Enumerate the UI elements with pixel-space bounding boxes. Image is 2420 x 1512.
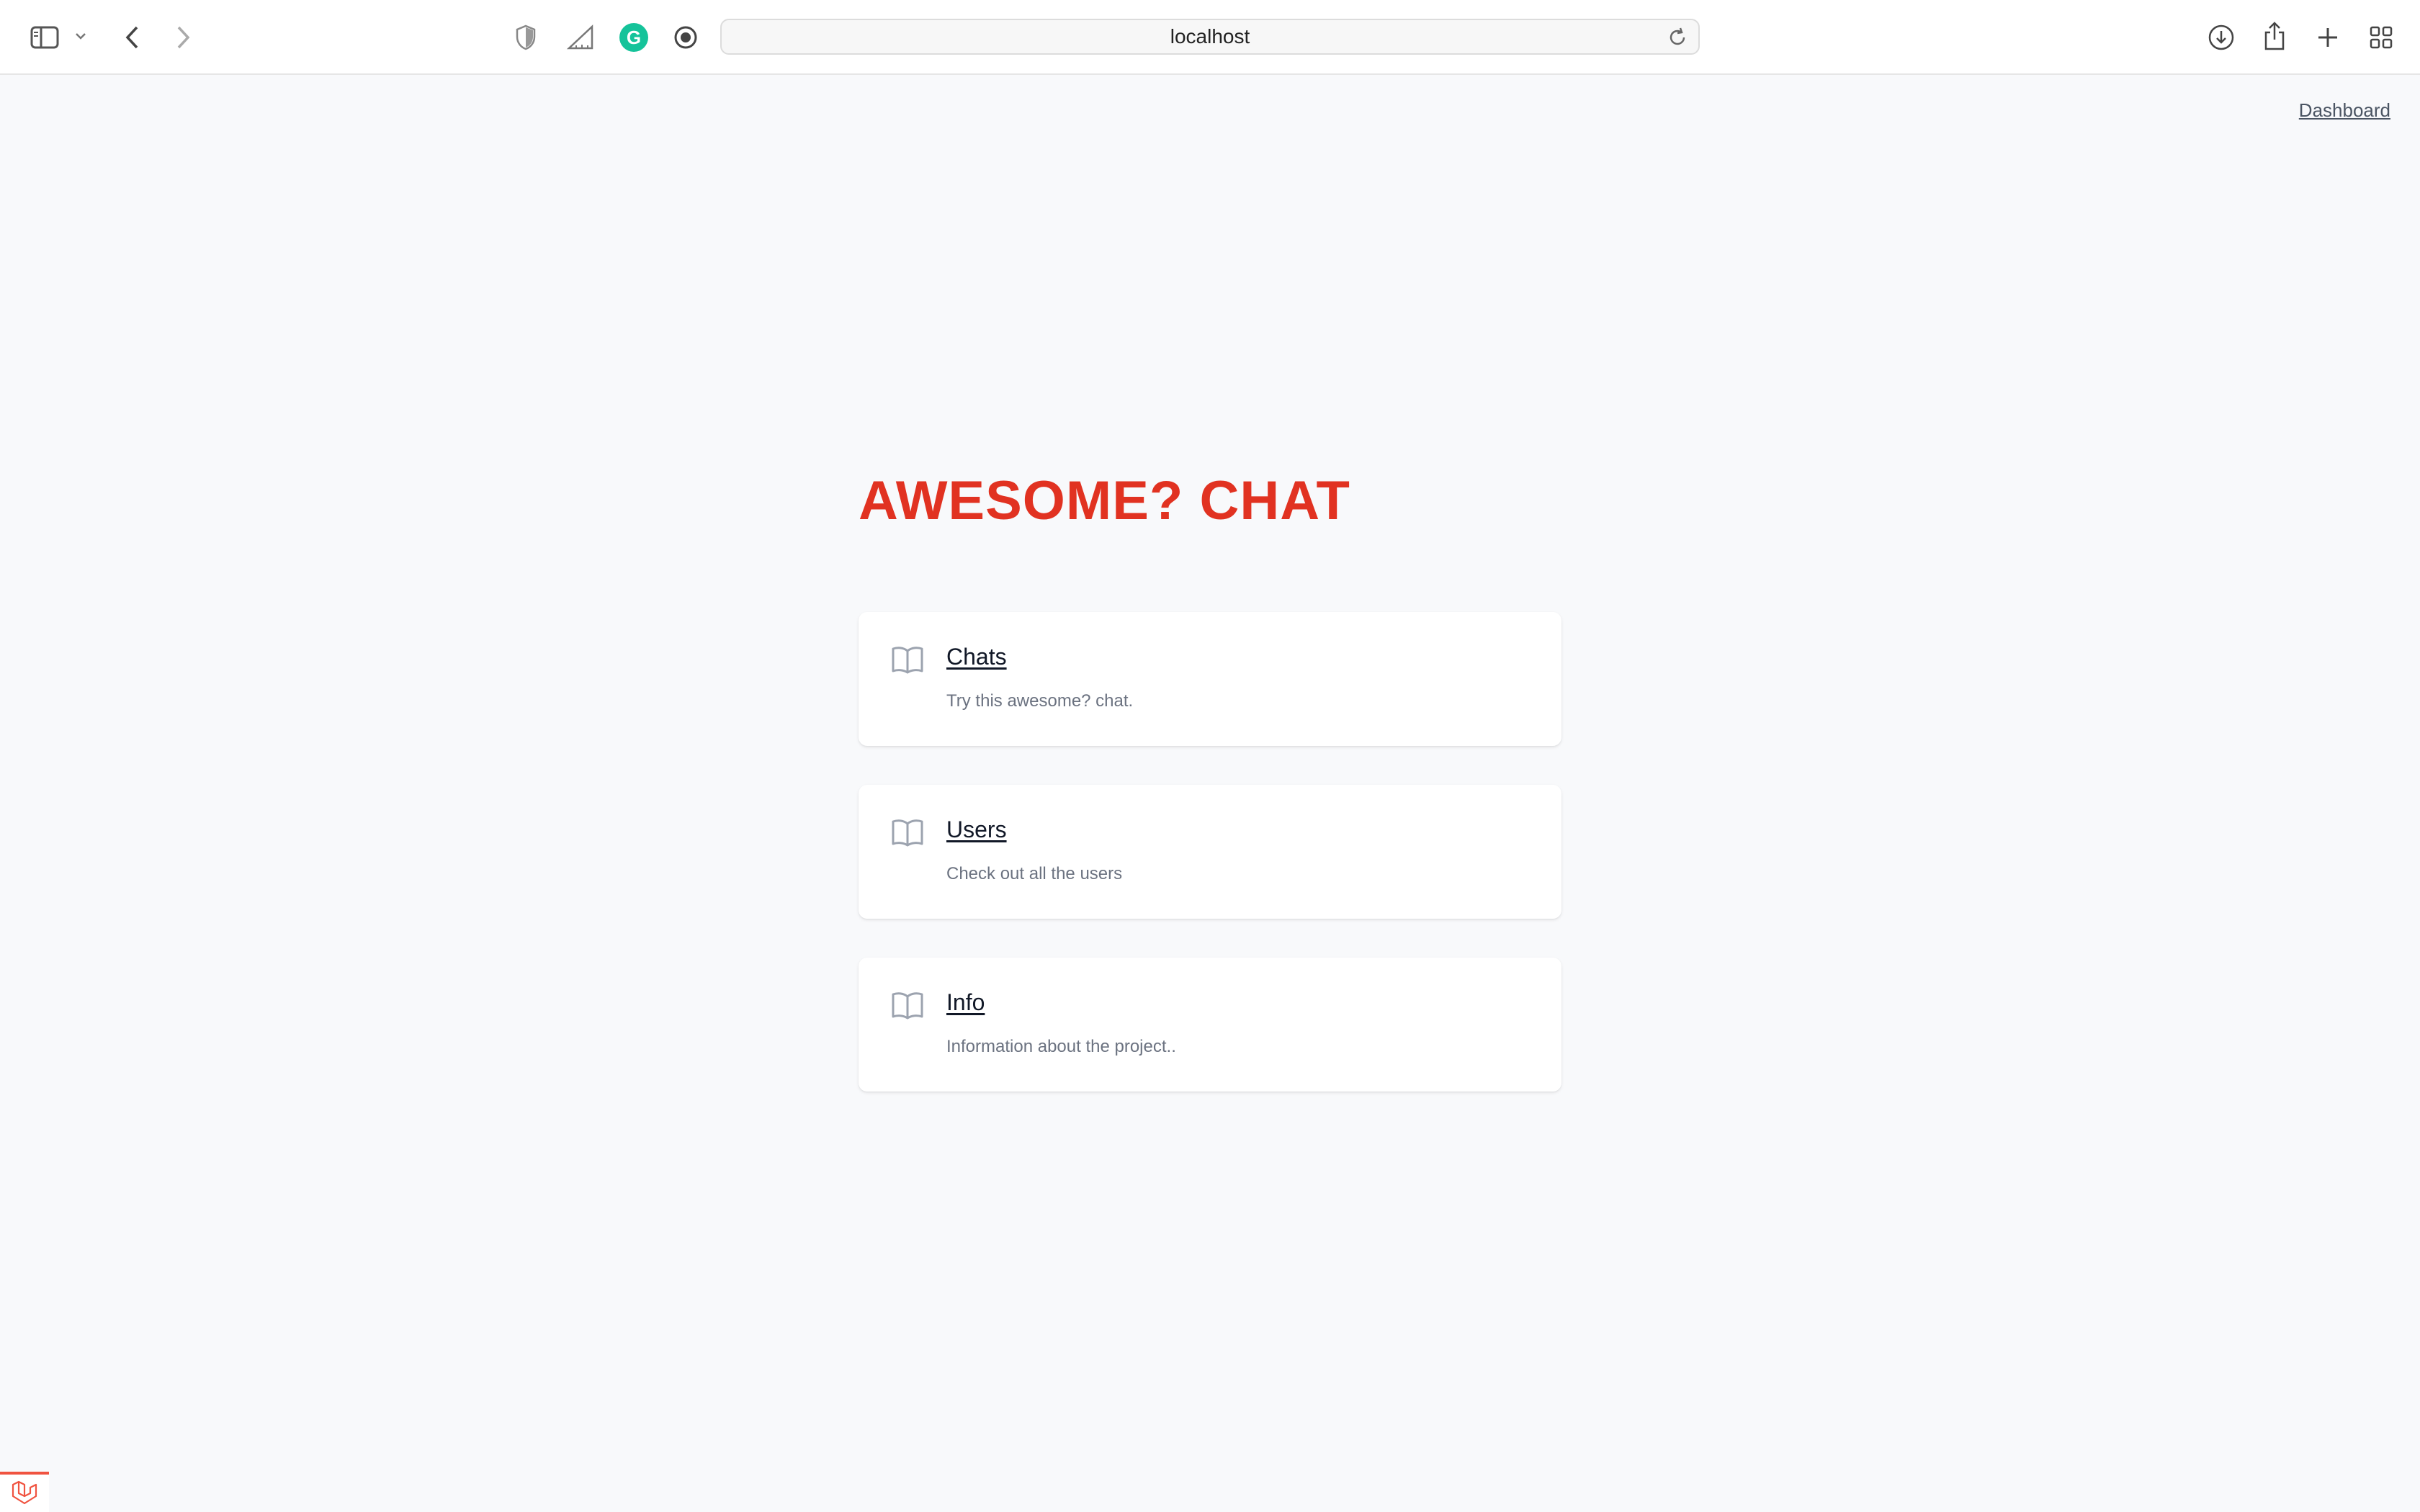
sidebar-icon[interactable]	[29, 22, 60, 53]
card-description: Information about the project..	[946, 1037, 1176, 1056]
book-icon	[890, 818, 925, 850]
card-chats: Chats Try this awesome? chat.	[859, 612, 1561, 746]
card-users: Users Check out all the users	[859, 785, 1561, 919]
browser-toolbar: G localhost	[0, 0, 2420, 75]
debugbar-toggle[interactable]	[0, 1472, 49, 1512]
back-arrow-icon[interactable]	[118, 22, 147, 53]
card-description: Check out all the users	[946, 864, 1123, 883]
plus-icon[interactable]	[2312, 22, 2344, 53]
book-icon	[890, 991, 925, 1023]
share-icon[interactable]	[2259, 19, 2290, 53]
reload-icon[interactable]	[1667, 27, 1688, 52]
shield-icon[interactable]	[513, 22, 539, 53]
chevron-down-icon[interactable]	[72, 27, 89, 45]
record-icon[interactable]	[671, 23, 700, 52]
address-text: localhost	[1170, 25, 1250, 48]
card-description: Try this awesome? chat.	[946, 691, 1134, 711]
card-info: Info Information about the project..	[859, 958, 1561, 1092]
address-bar[interactable]: localhost	[720, 19, 1700, 55]
page-title: AWESOME? CHAT	[859, 470, 1350, 531]
card-title-link[interactable]: Users	[946, 816, 1007, 843]
ruler-icon[interactable]	[565, 23, 596, 52]
download-icon[interactable]	[2205, 22, 2237, 53]
grammarly-icon[interactable]: G	[619, 23, 648, 52]
laravel-logo-icon	[12, 1480, 37, 1505]
card-title-link[interactable]: Info	[946, 989, 985, 1016]
book-icon	[890, 645, 925, 678]
dashboard-link[interactable]: Dashboard	[2299, 99, 2390, 122]
grid-icon[interactable]	[2365, 22, 2397, 53]
card-title-link[interactable]: Chats	[946, 644, 1007, 670]
forward-arrow-icon[interactable]	[169, 22, 197, 53]
